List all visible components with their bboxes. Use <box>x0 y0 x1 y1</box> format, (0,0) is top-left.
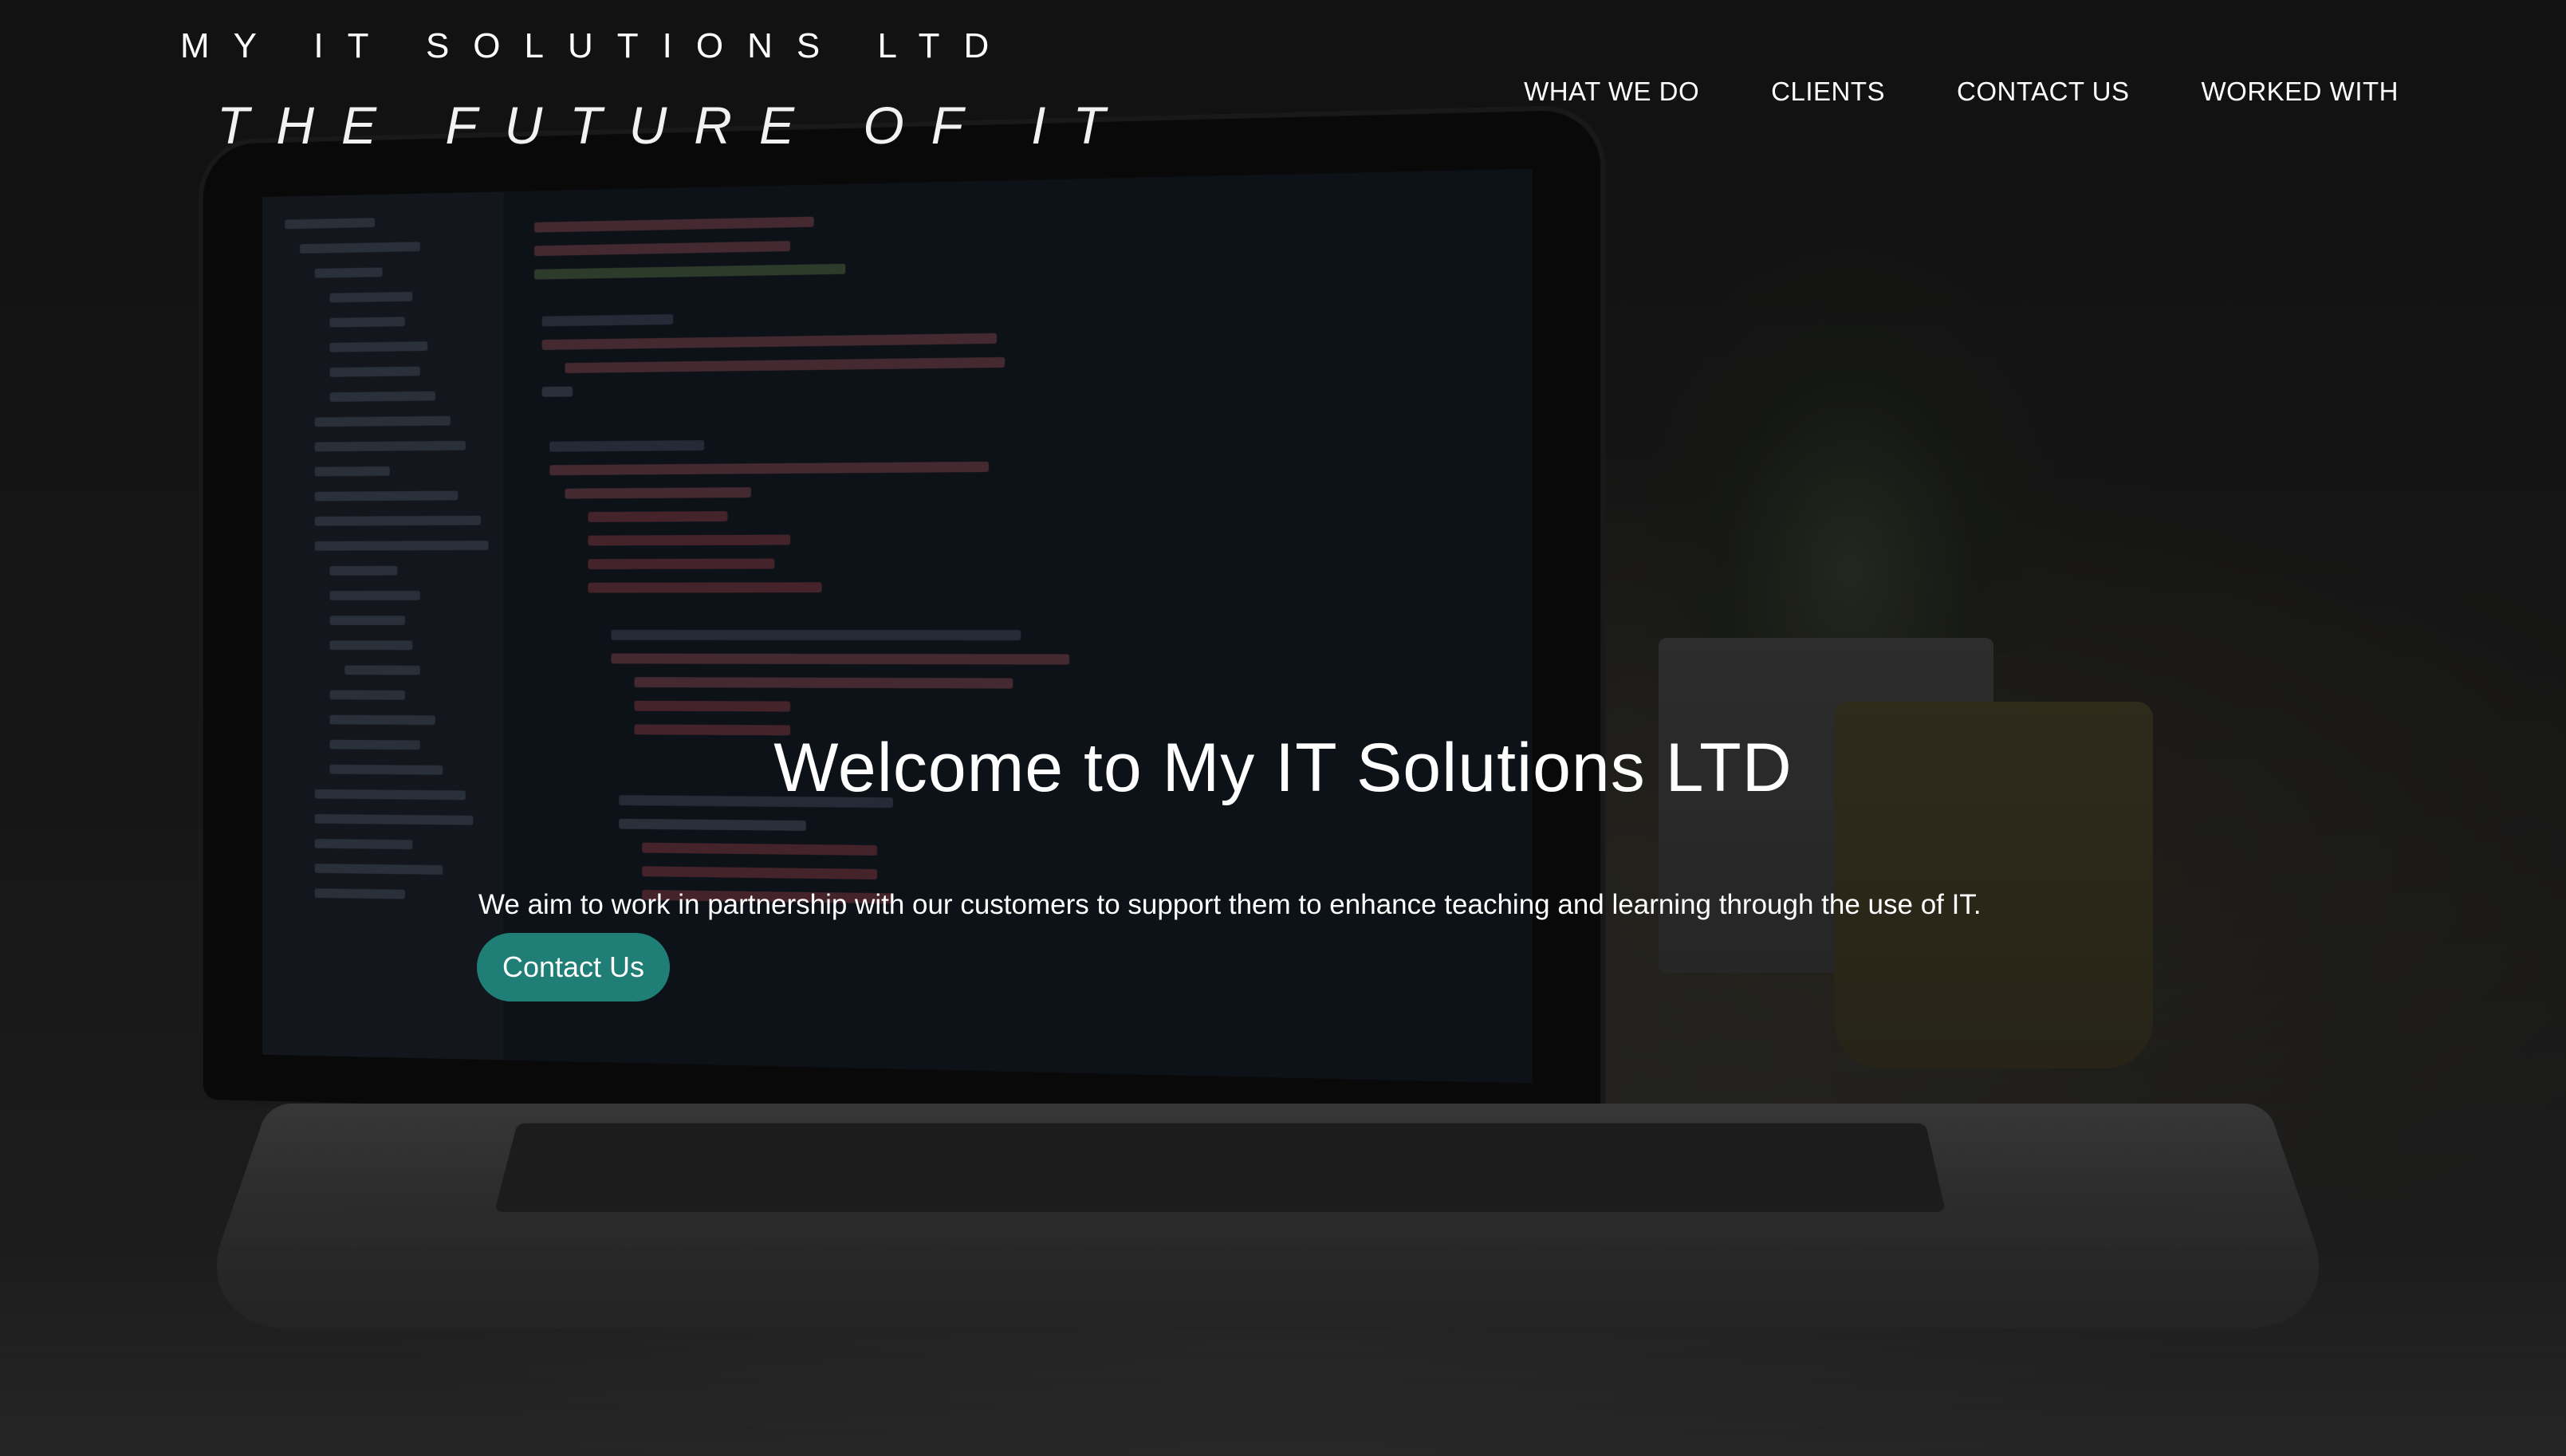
main-nav: WHAT WE DO CLIENTS CONTACT US WORKED WIT… <box>1524 77 2399 107</box>
nav-item-contact-us[interactable]: CONTACT US <box>1957 77 2129 107</box>
brand-name[interactable]: MY IT SOLUTIONS LTD <box>180 24 1057 69</box>
nav-item-what-we-do[interactable]: WHAT WE DO <box>1524 77 1699 107</box>
nav-item-worked-with[interactable]: WORKED WITH <box>2202 77 2399 107</box>
contact-us-button[interactable]: Contact Us <box>477 933 670 1001</box>
brand: MY IT SOLUTIONS LTD THE FUTURE OF IT <box>180 24 1132 155</box>
brand-tagline: THE FUTURE OF IT <box>217 96 1132 155</box>
hero-description: We aim to work in partnership with our c… <box>478 889 1982 920</box>
nav-item-clients[interactable]: CLIENTS <box>1771 77 1885 107</box>
hero-section: MY IT SOLUTIONS LTD THE FUTURE OF IT WHA… <box>0 0 2566 1456</box>
hero-title: Welcome to My IT Solutions LTD <box>773 729 1793 806</box>
